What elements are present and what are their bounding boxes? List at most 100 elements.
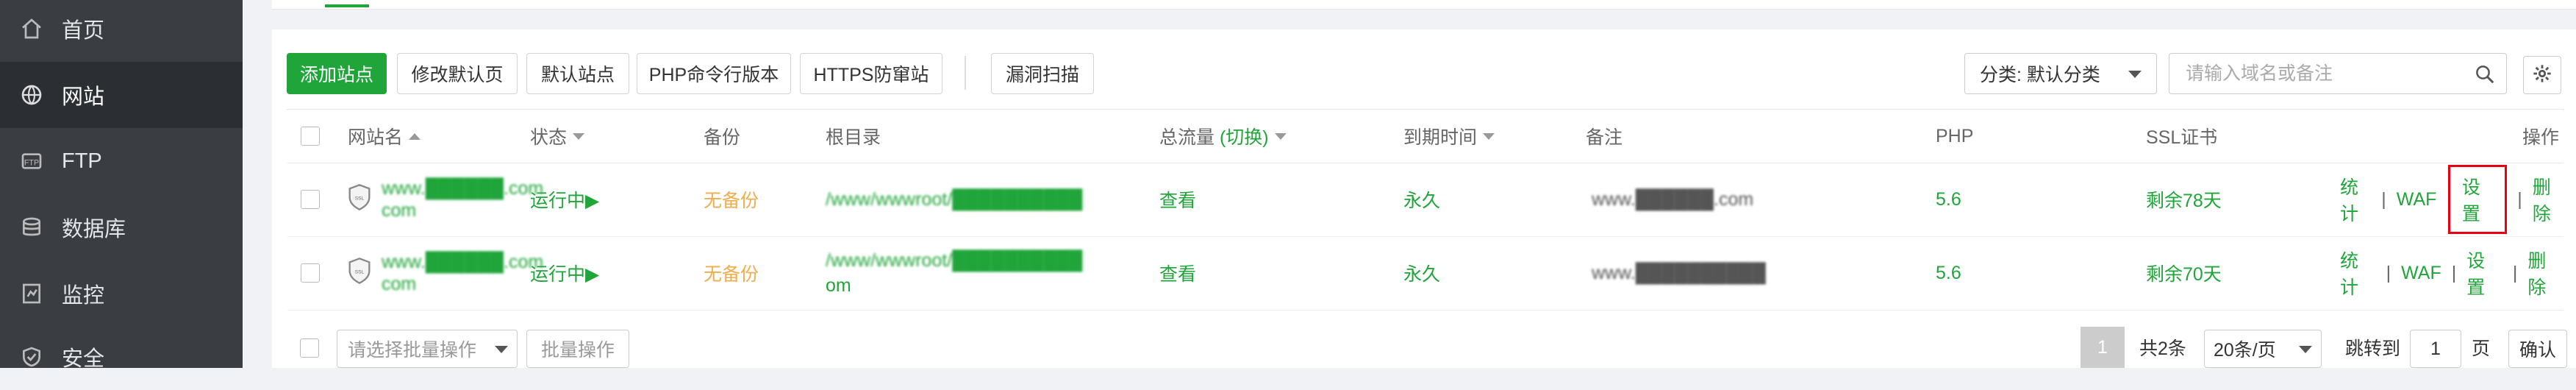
traffic-view-link[interactable]: 查看 [1159, 236, 1196, 310]
svg-text:SSL: SSL [355, 269, 365, 274]
row-checkbox[interactable] [301, 263, 320, 283]
status-toggle[interactable]: 运行中▶ [530, 236, 599, 310]
add-site-button[interactable]: 添加站点 [287, 53, 387, 94]
header-status[interactable]: 状态 [530, 110, 585, 163]
per-page-select[interactable]: 20条/页 [2204, 330, 2322, 368]
waf-link[interactable]: WAF [2397, 189, 2437, 210]
table-row: SSL www.██████.com com 运行中▶ 无备份 /www/www… [287, 236, 2564, 311]
sidebar-item-label: 网站 [62, 85, 105, 109]
batch-operation-select[interactable]: 请选择批量操作 [337, 330, 518, 368]
stats-link[interactable]: 统计 [2340, 247, 2376, 299]
settings-link[interactable]: 设置 [2466, 247, 2502, 299]
stats-link[interactable]: 统计 [2340, 173, 2371, 226]
active-tab-indicator [325, 4, 369, 7]
sidebar-item-website[interactable]: 网站 [0, 62, 243, 128]
sidebar: 首页 网站 FTP FTP 数据库 监控 安全 [0, 0, 243, 371]
select-all-checkbox[interactable] [301, 127, 320, 146]
gear-icon [2532, 63, 2552, 88]
backup-link[interactable]: 无备份 [704, 236, 759, 310]
traffic-toggle-link[interactable]: (切换) [1220, 123, 1269, 149]
header-actions: 操作 [2522, 127, 2560, 148]
sidebar-item-label: 数据库 [62, 218, 126, 241]
header-traffic[interactable]: 总流量 (切换) [1159, 110, 1287, 163]
expiry-link[interactable]: 永久 [1403, 236, 1440, 310]
shield-icon [19, 344, 44, 369]
expiry-link[interactable]: 永久 [1403, 163, 1440, 236]
https-guard-button[interactable]: HTTPS防窜站 [800, 53, 942, 94]
batch-operation-button[interactable]: 批量操作 [526, 330, 629, 368]
vuln-scan-button[interactable]: 漏洞扫描 [991, 53, 1094, 94]
row-actions: 统计 | WAF | 设置 | 删除 [2340, 236, 2564, 310]
delete-link[interactable]: 删除 [2527, 247, 2564, 299]
chevron-down-icon [2299, 346, 2312, 353]
batch-select-placeholder: 请选择批量操作 [348, 340, 477, 361]
sidebar-item-ftp[interactable]: FTP FTP [0, 128, 243, 194]
sort-desc-icon [573, 132, 585, 140]
remark-field[interactable]: www.██████.com [1592, 163, 1753, 236]
php-version-link[interactable]: 5.6 [1936, 236, 1961, 310]
ssl-status-link[interactable]: 剩余78天 [2146, 163, 2222, 236]
sidebar-item-security[interactable]: 安全 [0, 324, 243, 390]
php-cli-version-button[interactable]: PHP命令行版本 [637, 53, 791, 94]
sort-desc-icon [1483, 132, 1495, 140]
search-icon[interactable] [2474, 63, 2496, 89]
delete-link[interactable]: 删除 [2533, 173, 2564, 226]
remark-field[interactable]: www.██████████ [1592, 236, 1766, 310]
row-actions: 统计 | WAF | 设置 | 删除 [2340, 163, 2564, 236]
waf-link[interactable]: WAF [2401, 263, 2441, 284]
database-icon [19, 215, 44, 240]
default-site-button[interactable]: 默认站点 [526, 53, 629, 94]
toolbar-divider [965, 56, 966, 90]
jump-page-input[interactable]: 1 [2410, 330, 2461, 368]
category-select[interactable]: 分类: 默认分类 [1964, 53, 2157, 94]
header-remark: 备注 [1586, 127, 1623, 148]
chevron-down-icon [495, 346, 508, 353]
root-dir-link[interactable]: /www/wwwroot/██████████ om [826, 236, 1082, 310]
traffic-view-link[interactable]: 查看 [1159, 163, 1196, 236]
site-name-link[interactable]: www.██████.com com [382, 236, 543, 310]
home-icon [19, 16, 44, 41]
table-row: SSL www.██████.com com 运行中▶ 无备份 /www/www… [287, 163, 2564, 237]
row-checkbox[interactable] [301, 190, 320, 209]
confirm-jump-button[interactable]: 确认 [2508, 330, 2567, 368]
edit-default-page-button[interactable]: 修改默认页 [397, 53, 518, 94]
header-ssl: SSL证书 [2146, 127, 2218, 148]
backup-link[interactable]: 无备份 [704, 163, 759, 236]
pagination-total: 共2条 [2139, 338, 2186, 359]
category-select-value: 分类: 默认分类 [1980, 65, 2100, 85]
table-header: 网站名 状态 备份 根目录 总流量 (切换) 到期时间 备注 PHP SSL证书… [287, 110, 2564, 163]
settings-link[interactable]: 设置 [2447, 165, 2508, 234]
per-page-value: 20条/页 [2214, 340, 2276, 361]
svg-text:FTP: FTP [24, 158, 39, 167]
sidebar-item-label: 首页 [62, 19, 105, 43]
root-dir-link[interactable]: /www/wwwroot/██████████ [826, 163, 1082, 236]
ftp-icon: FTP [19, 149, 44, 174]
sidebar-item-home[interactable]: 首页 [0, 0, 243, 62]
php-version-link[interactable]: 5.6 [1936, 163, 1961, 236]
column-settings-button[interactable] [2523, 56, 2561, 94]
sidebar-item-label: FTP [62, 149, 102, 173]
pagination-current-page[interactable]: 1 [2081, 327, 2125, 368]
svg-text:SSL: SSL [355, 196, 365, 201]
header-backup: 备份 [704, 127, 741, 148]
jump-to-label: 跳转到 [2345, 338, 2401, 359]
header-root: 根目录 [826, 127, 881, 148]
search-box[interactable] [2169, 53, 2507, 94]
header-site-name[interactable]: 网站名 [348, 110, 421, 163]
globe-icon [19, 82, 44, 107]
site-name-link[interactable]: www.██████.com com [382, 163, 543, 236]
sort-desc-icon [1274, 132, 1287, 140]
sidebar-item-monitor[interactable]: 监控 [0, 260, 243, 327]
site-table: 网站名 状态 备份 根目录 总流量 (切换) 到期时间 备注 PHP SSL证书… [287, 109, 2564, 311]
sidebar-item-database[interactable]: 数据库 [0, 194, 243, 260]
search-input[interactable] [2184, 62, 2452, 85]
page-unit-label: 页 [2472, 338, 2491, 359]
header-php: PHP [1936, 125, 1974, 146]
ssl-status-link[interactable]: 剩余70天 [2146, 236, 2222, 310]
sort-asc-icon [409, 132, 421, 140]
top-tab-panel [272, 0, 2576, 10]
header-expiry[interactable]: 到期时间 [1403, 110, 1495, 163]
sidebar-item-label: 监控 [62, 284, 105, 308]
footer-select-all-checkbox[interactable] [300, 338, 319, 358]
status-toggle[interactable]: 运行中▶ [530, 163, 599, 236]
